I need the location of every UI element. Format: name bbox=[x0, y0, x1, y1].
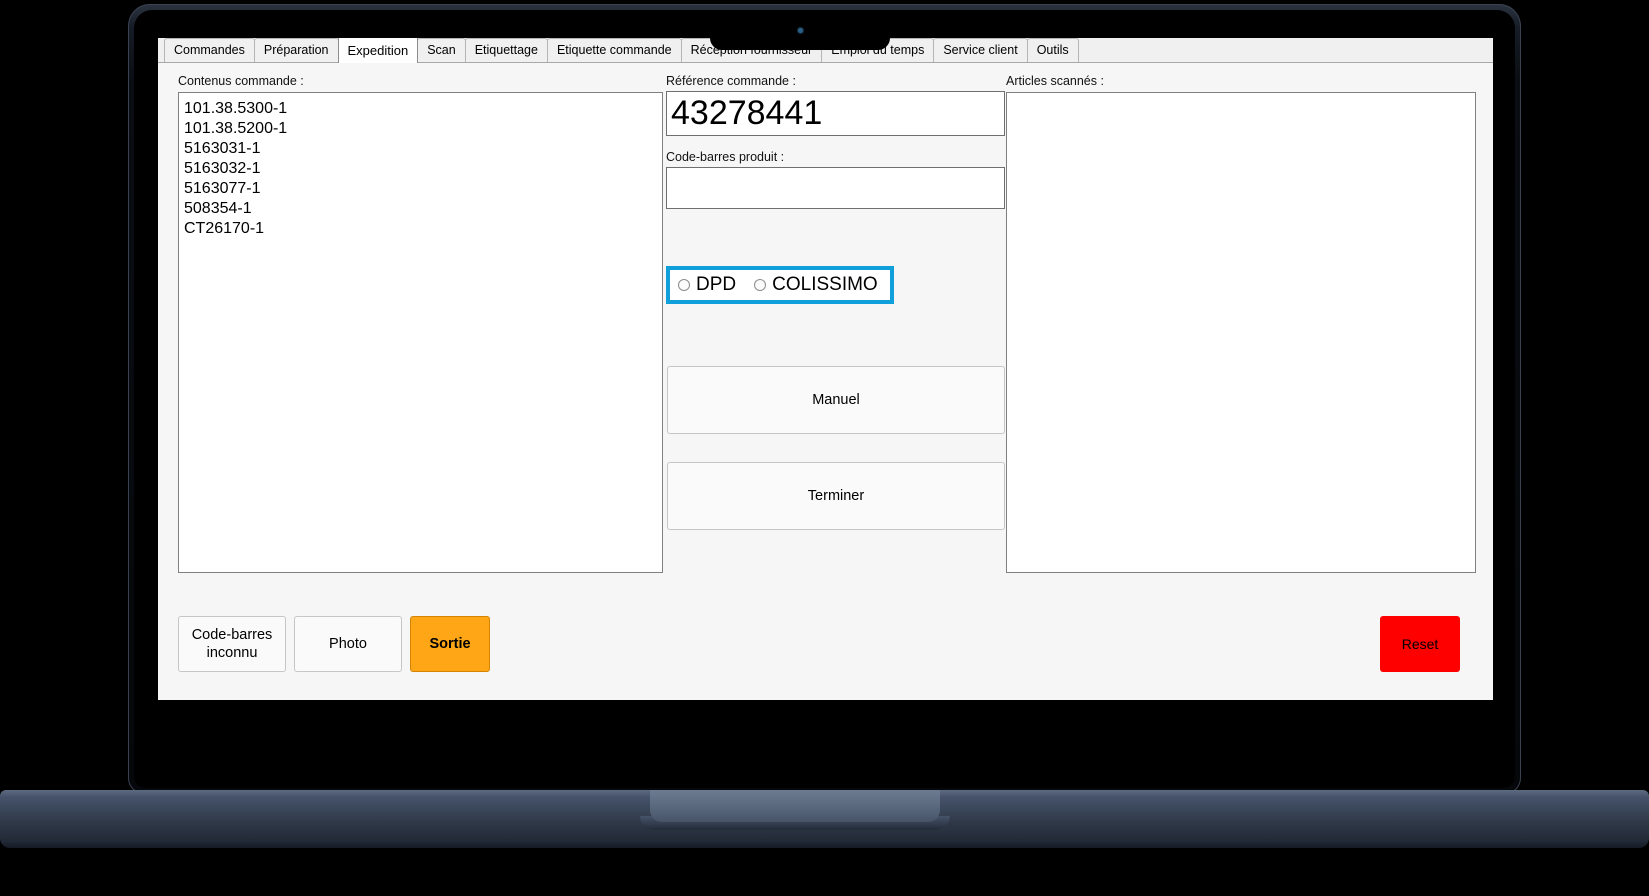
unknown-barcode-line1: Code-barres bbox=[191, 627, 273, 643]
tab-commandes[interactable]: Commandes bbox=[164, 38, 255, 62]
radio-option-colissimo[interactable]: COLISSIMO bbox=[754, 273, 878, 295]
tab-preparation[interactable]: Préparation bbox=[253, 38, 339, 62]
exit-button[interactable]: Sortie bbox=[410, 616, 490, 672]
tab-etiquette-commande[interactable]: Etiquette commande bbox=[546, 38, 682, 62]
list-item[interactable]: 5163077-1 bbox=[179, 179, 662, 199]
radio-dot-icon[interactable] bbox=[754, 278, 767, 291]
radio-option-dpd[interactable]: DPD bbox=[678, 273, 737, 295]
camera-notch bbox=[710, 10, 890, 50]
photo-button[interactable]: Photo bbox=[294, 616, 402, 672]
product-barcode-label: Code-barres produit : bbox=[666, 150, 785, 164]
product-barcode-input[interactable] bbox=[666, 167, 1005, 209]
order-reference-input[interactable]: 43278441 bbox=[666, 91, 1005, 136]
workspace: Contenus commande : 101.38.5300-1 101.38… bbox=[158, 63, 1493, 700]
radio-dot-icon[interactable] bbox=[678, 278, 690, 291]
list-item[interactable]: 508354-1 bbox=[179, 199, 662, 219]
order-reference-label: Référence commande : bbox=[666, 74, 796, 88]
order-content-listbox[interactable]: 101.38.5300-1 101.38.5200-1 5163031-1 51… bbox=[178, 92, 663, 573]
unknown-barcode-line2: inconnu bbox=[206, 645, 258, 661]
scanned-items-listbox[interactable] bbox=[1006, 92, 1476, 573]
tab-etiquettage[interactable]: Etiquettage bbox=[464, 38, 548, 62]
finish-button[interactable]: Terminer bbox=[667, 462, 1005, 530]
camera-dot-icon bbox=[798, 28, 803, 33]
order-content-label: Contenus commande : bbox=[178, 74, 304, 88]
tab-expedition[interactable]: Expedition bbox=[337, 38, 419, 63]
radio-label-colissimo: COLISSIMO bbox=[772, 273, 878, 295]
list-item[interactable]: 101.38.5300-1 bbox=[179, 99, 662, 119]
screen: Commandes Préparation Expedition Scan Et… bbox=[158, 38, 1493, 700]
tab-scan[interactable]: Scan bbox=[417, 38, 466, 62]
reset-button[interactable]: Reset bbox=[1380, 616, 1460, 672]
list-item[interactable]: CT26170-1 bbox=[179, 219, 662, 239]
tab-service-client[interactable]: Service client bbox=[933, 38, 1028, 62]
radio-label-dpd: DPD bbox=[696, 273, 737, 295]
laptop-hinge-notch bbox=[650, 790, 940, 822]
manual-button[interactable]: Manuel bbox=[667, 366, 1005, 434]
tab-outils[interactable]: Outils bbox=[1026, 38, 1079, 62]
list-item[interactable]: 5163032-1 bbox=[179, 159, 662, 179]
carrier-radio-group[interactable]: DPD COLISSIMO bbox=[666, 266, 894, 304]
laptop-scene: Commandes Préparation Expedition Scan Et… bbox=[0, 0, 1649, 896]
scanned-items-label: Articles scannés : bbox=[1006, 74, 1104, 88]
unknown-barcode-button[interactable]: Code-barres inconnu bbox=[178, 616, 286, 672]
list-item[interactable]: 5163031-1 bbox=[179, 139, 662, 159]
list-item[interactable]: 101.38.5200-1 bbox=[179, 119, 662, 139]
